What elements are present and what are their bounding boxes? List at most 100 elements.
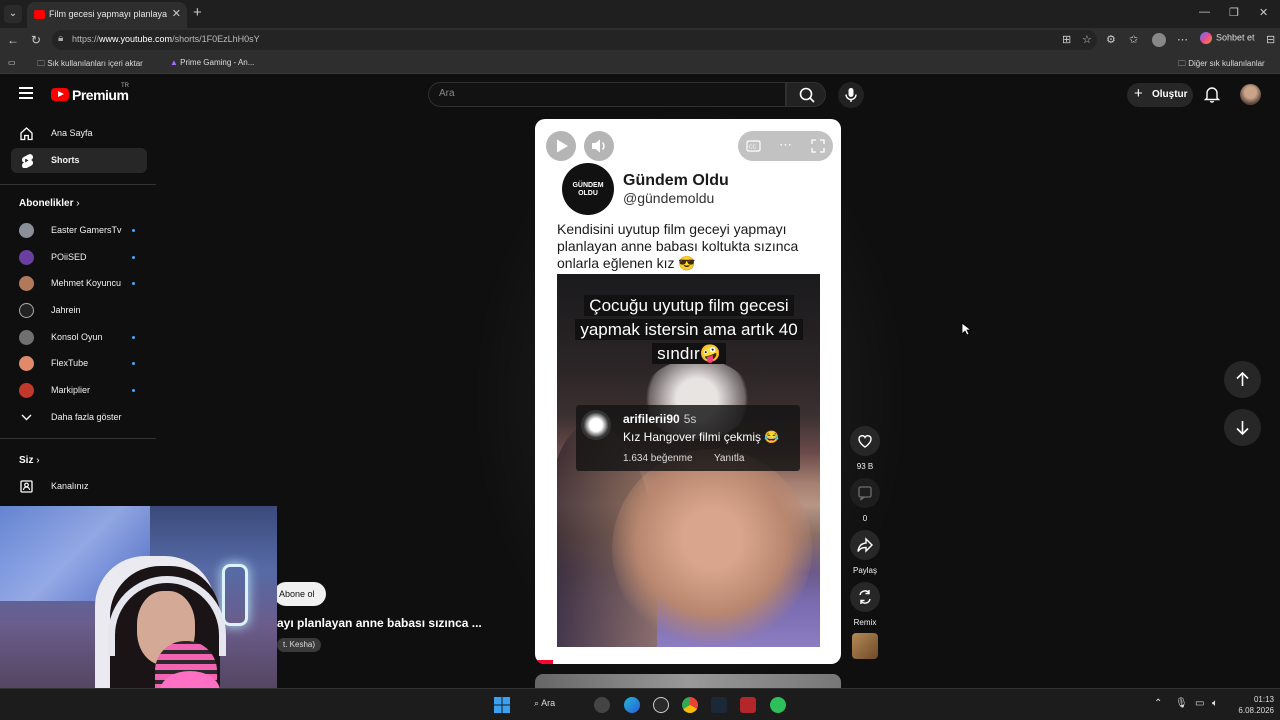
streaming-app-icon[interactable]	[740, 697, 756, 713]
tray-display-icon[interactable]: ▭	[1195, 698, 1204, 709]
previous-short-button[interactable]	[1224, 361, 1261, 398]
share-icon	[857, 537, 873, 553]
task-app-icon[interactable]	[594, 697, 610, 713]
youtube-play-logo-icon	[51, 88, 69, 101]
chrome-browser-icon[interactable]	[682, 697, 698, 713]
sidebar-item-subscription[interactable]: Konsol Oyun	[11, 325, 147, 350]
edge-browser-icon[interactable]	[624, 697, 640, 713]
play-button[interactable]	[546, 131, 576, 161]
you-heading[interactable]: Siz ›	[19, 455, 40, 466]
like-button[interactable]	[850, 426, 880, 456]
address-bar[interactable]: 🔒︎ https://www.youtube.com/shorts/1F0EzL…	[52, 30, 1097, 50]
steam-icon[interactable]	[711, 697, 727, 713]
user-avatar[interactable]	[1240, 84, 1261, 105]
copilot-button[interactable]: Sohbet et	[1200, 32, 1255, 44]
minimize-icon[interactable]: —	[1199, 6, 1210, 18]
menu-icon[interactable]	[19, 87, 33, 99]
sidebar-divider	[0, 184, 156, 185]
sidebar-item-subscription[interactable]: Mehmet Koyuncu	[11, 271, 147, 296]
sidebar-item-subscription[interactable]: Markiplier	[11, 378, 147, 403]
channel-name: Easter GamersTv	[51, 225, 122, 235]
new-tab-icon[interactable]: +	[193, 4, 202, 21]
back-icon[interactable]: ←	[7, 33, 19, 47]
arrow-up-icon	[1236, 371, 1249, 386]
refresh-icon[interactable]: ↻	[31, 33, 41, 47]
next-short-button[interactable]	[1224, 409, 1261, 446]
taskbar-search[interactable]: ⌕ Ara	[534, 698, 555, 709]
post-caption: Kendisini uyutup film geceyi yapmayı pla…	[557, 221, 799, 271]
tab-actions-icon[interactable]: ⌄	[4, 5, 22, 23]
collections-icon[interactable]: ▭	[8, 58, 16, 67]
home-icon	[20, 127, 33, 141]
sidebar-item-subscription[interactable]: FlexTube	[11, 351, 147, 376]
sidebar-show-more[interactable]: Daha fazla göster	[11, 405, 147, 430]
clock-date: 6.08.2026	[1238, 706, 1274, 715]
settings-app-icon[interactable]	[653, 697, 669, 713]
more-icon[interactable]: ⋯	[1177, 33, 1188, 46]
share-button[interactable]	[850, 530, 880, 560]
restore-icon[interactable]: ❐	[1229, 6, 1239, 19]
tray-overflow-icon[interactable]: ⌃	[1154, 698, 1162, 709]
windows-taskbar: ⌕ Ara ⌃ 🎙︎ ▭ 🔈︎ 01:13 6.08.2026	[0, 688, 1280, 720]
url-text: https://www.youtube.com/shorts/1F0EzLhH0…	[72, 34, 260, 44]
sidebar-toggle-icon[interactable]: ⊟	[1266, 33, 1275, 46]
create-button[interactable]: + Oluştur	[1127, 83, 1193, 107]
channel-logo[interactable]: GÜNDEM OLDU	[562, 163, 614, 215]
close-tab-icon[interactable]: ✕	[172, 7, 181, 20]
tray-volume-icon[interactable]: 🔈︎	[1212, 698, 1218, 709]
subscriptions-heading[interactable]: Abonelikler ›	[19, 198, 80, 209]
windows-start-icon[interactable]	[494, 697, 510, 713]
logo-text: Premium	[72, 87, 129, 103]
more-options-icon[interactable]: ⋯	[779, 137, 792, 153]
comment-age: 5s	[683, 412, 697, 426]
comment-action[interactable]: 0	[850, 478, 880, 523]
sidebar-item-home[interactable]: Ana Sayfa	[11, 121, 147, 146]
favorites-icon[interactable]: ✩	[1129, 33, 1138, 46]
remix-button[interactable]	[850, 582, 880, 612]
fullscreen-icon[interactable]	[811, 139, 825, 153]
favorite-import[interactable]: 🗀︎ Sık kullanılanları içeri aktar	[37, 58, 143, 72]
like-action[interactable]: 93 B	[850, 426, 880, 471]
notifications-bell-icon[interactable]	[1203, 85, 1221, 103]
remix-action[interactable]: Remix	[850, 582, 880, 627]
favorite-star-icon[interactable]: ☆	[1082, 33, 1092, 46]
sidebar-item-label: Kanalınız	[51, 481, 89, 491]
shorts-player[interactable]: CC ⋯ GÜNDEM OLDU Gündem Oldu @gündemoldu…	[535, 119, 841, 664]
profile-avatar[interactable]	[1152, 33, 1166, 47]
sidebar-divider	[0, 438, 156, 439]
sound-chip[interactable]: t. Kesha)	[277, 638, 322, 652]
subscribe-button[interactable]: Abone ol	[274, 582, 326, 606]
captions-icon[interactable]: CC	[746, 139, 761, 153]
account-box-icon	[20, 480, 33, 493]
comment-card: arifilerii90 5s Kız Hangover filmi çekmiş…	[576, 405, 800, 471]
video-progress-bar[interactable]	[535, 660, 841, 664]
sidebar-item-shorts[interactable]: Shorts	[11, 148, 147, 173]
comment-icon	[858, 486, 872, 501]
next-short-preview[interactable]	[535, 674, 841, 688]
sidebar-item-subscription[interactable]: POiiSED	[11, 245, 147, 270]
channel-name: FlexTube	[51, 358, 89, 368]
favorite-other-folder[interactable]: 🗀︎ Diğer sık kullanılanlar	[1178, 58, 1265, 72]
search-icon: ⌕	[534, 698, 540, 708]
site-info-icon[interactable]: 🔒︎	[58, 33, 63, 44]
tray-microphone-icon[interactable]: 🎙︎	[1175, 698, 1188, 709]
share-action[interactable]: Paylaş	[850, 530, 880, 575]
sidebar-item-label: Shorts	[51, 155, 80, 165]
favorite-prime-gaming[interactable]: ▲ Prime Gaming - An...	[170, 58, 254, 67]
browser-tab-youtube[interactable]: Film gecesi yapmayı planlayan anne ✕	[27, 2, 187, 28]
comment-count: 0	[862, 514, 868, 523]
comments-button[interactable]	[850, 478, 880, 508]
sidebar-item-subscription[interactable]: Easter GamersTv	[11, 218, 147, 243]
app-available-icon[interactable]: ⊞	[1062, 33, 1071, 46]
channel-avatar	[19, 303, 34, 318]
gaming-app-icon[interactable]	[770, 697, 786, 713]
sidebar-item-your-channel[interactable]: Kanalınız	[11, 474, 147, 499]
taskbar-clock[interactable]: 01:13 6.08.2026	[1228, 694, 1274, 716]
search-input[interactable]	[439, 88, 769, 99]
close-window-icon[interactable]: ✕	[1259, 6, 1268, 19]
extensions-icon[interactable]: ⚙	[1106, 33, 1116, 46]
sound-thumbnail[interactable]	[852, 633, 878, 659]
sidebar-item-subscription[interactable]: Jahrein	[11, 298, 147, 323]
new-content-dot	[132, 229, 135, 232]
volume-button[interactable]	[584, 131, 614, 161]
